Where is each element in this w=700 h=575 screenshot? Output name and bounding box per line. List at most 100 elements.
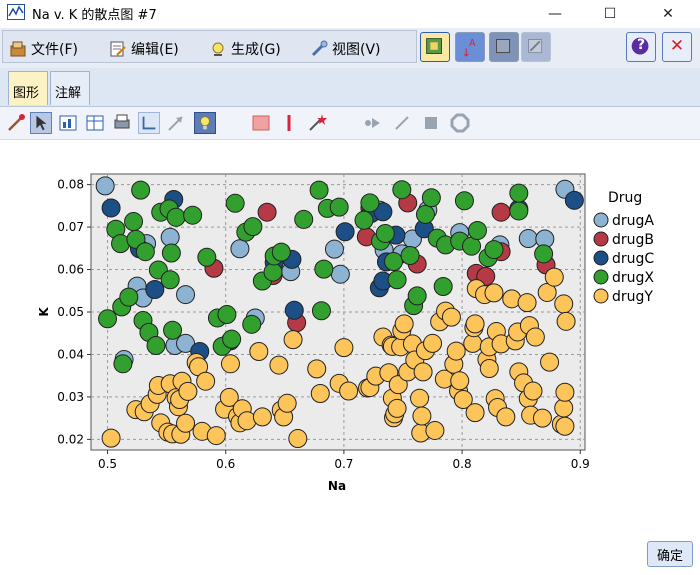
menu-generate[interactable]: 生成(G) <box>209 39 281 59</box>
octagon-icon[interactable] <box>449 112 471 134</box>
point-drugY <box>307 359 327 379</box>
legend-label-drugA: drugA <box>612 213 654 229</box>
point-drugY <box>277 393 297 413</box>
move-icon[interactable] <box>165 112 187 134</box>
point-drugX <box>484 240 504 260</box>
legend-marker-drugY <box>593 288 609 304</box>
tab-graph[interactable]: 图形 <box>8 71 48 105</box>
bulb-icon[interactable] <box>194 112 216 134</box>
help-glyph: ? <box>636 37 646 53</box>
window-close-button[interactable]: ✕ <box>648 0 688 28</box>
legend-marker-drugC <box>593 250 609 266</box>
point-drugY <box>555 382 575 402</box>
point-drugC <box>145 279 165 299</box>
point-drugY <box>339 381 359 401</box>
point-drugX <box>98 309 118 329</box>
y-tick-label: 0.06 <box>57 263 84 277</box>
axis-icon[interactable] <box>138 112 160 134</box>
y-tick-label: 0.04 <box>57 347 84 361</box>
view-icon <box>311 40 328 57</box>
sort-ascending-button[interactable]: ↓ A <box>455 32 485 62</box>
point-drugB <box>491 202 511 222</box>
point-drugX <box>183 205 203 225</box>
point-drugX <box>354 210 374 230</box>
pointer-icon[interactable] <box>30 112 52 134</box>
point-drugX <box>534 244 554 264</box>
point-drugY <box>196 371 216 391</box>
point-drugY <box>446 341 466 361</box>
node-icon[interactable] <box>362 112 384 134</box>
window-title: Na v. K 的散点图 #7 <box>32 8 157 23</box>
point-drugC <box>564 190 584 210</box>
point-drugX <box>509 183 529 203</box>
brush-icon[interactable] <box>5 112 27 134</box>
tab-row: 图形 注解 <box>0 68 700 107</box>
interactive-mode-icon <box>426 38 442 54</box>
line-icon[interactable] <box>278 112 300 134</box>
point-drugX <box>197 247 217 267</box>
scatter-app-icon <box>7 4 25 20</box>
point-drugX <box>161 243 181 263</box>
point-drugY <box>544 267 564 287</box>
menu-bar: 文件(F) 编辑(E) 生成(G) 视图(V) <box>2 30 417 63</box>
point-drugY <box>441 307 461 327</box>
sort-icon: ↓ A <box>462 38 476 59</box>
point-drugX <box>454 191 474 211</box>
point-drugY <box>450 371 470 391</box>
point-drugX <box>113 354 133 374</box>
point-drugA <box>230 239 250 259</box>
frame-button[interactable] <box>489 32 519 62</box>
legend-label-drugC: drugC <box>612 251 654 267</box>
svg-text:A: A <box>469 38 476 49</box>
point-drugY <box>556 311 576 331</box>
point-drugX <box>146 336 166 356</box>
generate-icon <box>212 42 224 56</box>
x-tick-label: 0.9 <box>571 457 590 471</box>
rectangle-icon[interactable] <box>250 112 272 134</box>
file-icon <box>10 41 26 57</box>
help-button[interactable]: ? <box>626 32 656 62</box>
graph-toolbar <box>0 107 700 140</box>
point-drugX <box>217 305 237 325</box>
square-icon[interactable] <box>420 112 442 134</box>
point-drugY <box>410 388 430 408</box>
minimize-button[interactable]: — <box>535 0 575 28</box>
point-drugY <box>465 403 485 423</box>
point-drugX <box>407 286 427 306</box>
ok-button[interactable]: 确定 <box>647 541 693 567</box>
menu-view[interactable]: 视图(V) <box>310 39 381 59</box>
point-drugX <box>263 262 283 282</box>
print-icon[interactable] <box>111 112 133 134</box>
point-drugC <box>101 198 121 218</box>
legend-marker-drugA <box>593 212 609 228</box>
point-drugX <box>375 223 395 243</box>
y-tick-label: 0.03 <box>57 390 84 404</box>
interactive-mode-button[interactable] <box>420 32 450 62</box>
point-drugY <box>465 314 485 334</box>
resize-icon[interactable] <box>391 112 413 134</box>
point-drugX <box>509 201 529 221</box>
point-drugY <box>310 384 330 404</box>
maximize-button[interactable]: ☐ <box>590 0 630 28</box>
edit-graph-button[interactable] <box>521 32 551 62</box>
scatter-chart: 0.5 0.6 0.7 0.8 0.9 0.02 0.03 0.04 0.05 0.06 0.07 0… <box>37 173 654 493</box>
menu-file[interactable]: 文件(F) <box>9 39 78 59</box>
close-graph-button[interactable]: ✕ <box>662 32 692 62</box>
point-drugA <box>95 176 115 196</box>
point-drugX <box>400 246 420 266</box>
magic-wand-icon[interactable] <box>306 112 328 134</box>
menu-edit[interactable]: 编辑(E) <box>109 39 179 59</box>
y-tick-label: 0.08 <box>57 178 84 192</box>
point-drugX <box>225 193 245 213</box>
point-drugX <box>243 217 263 237</box>
point-drugX <box>271 242 291 262</box>
point-drugC <box>335 222 355 242</box>
region-icon[interactable] <box>57 112 79 134</box>
table-icon[interactable] <box>84 112 106 134</box>
point-drugY <box>532 408 552 428</box>
tab-annotation[interactable]: 注解 <box>50 71 90 105</box>
x-tick-label: 0.5 <box>98 457 117 471</box>
point-drugX <box>124 212 144 232</box>
point-drugY <box>540 352 560 372</box>
point-drugX <box>135 242 155 262</box>
